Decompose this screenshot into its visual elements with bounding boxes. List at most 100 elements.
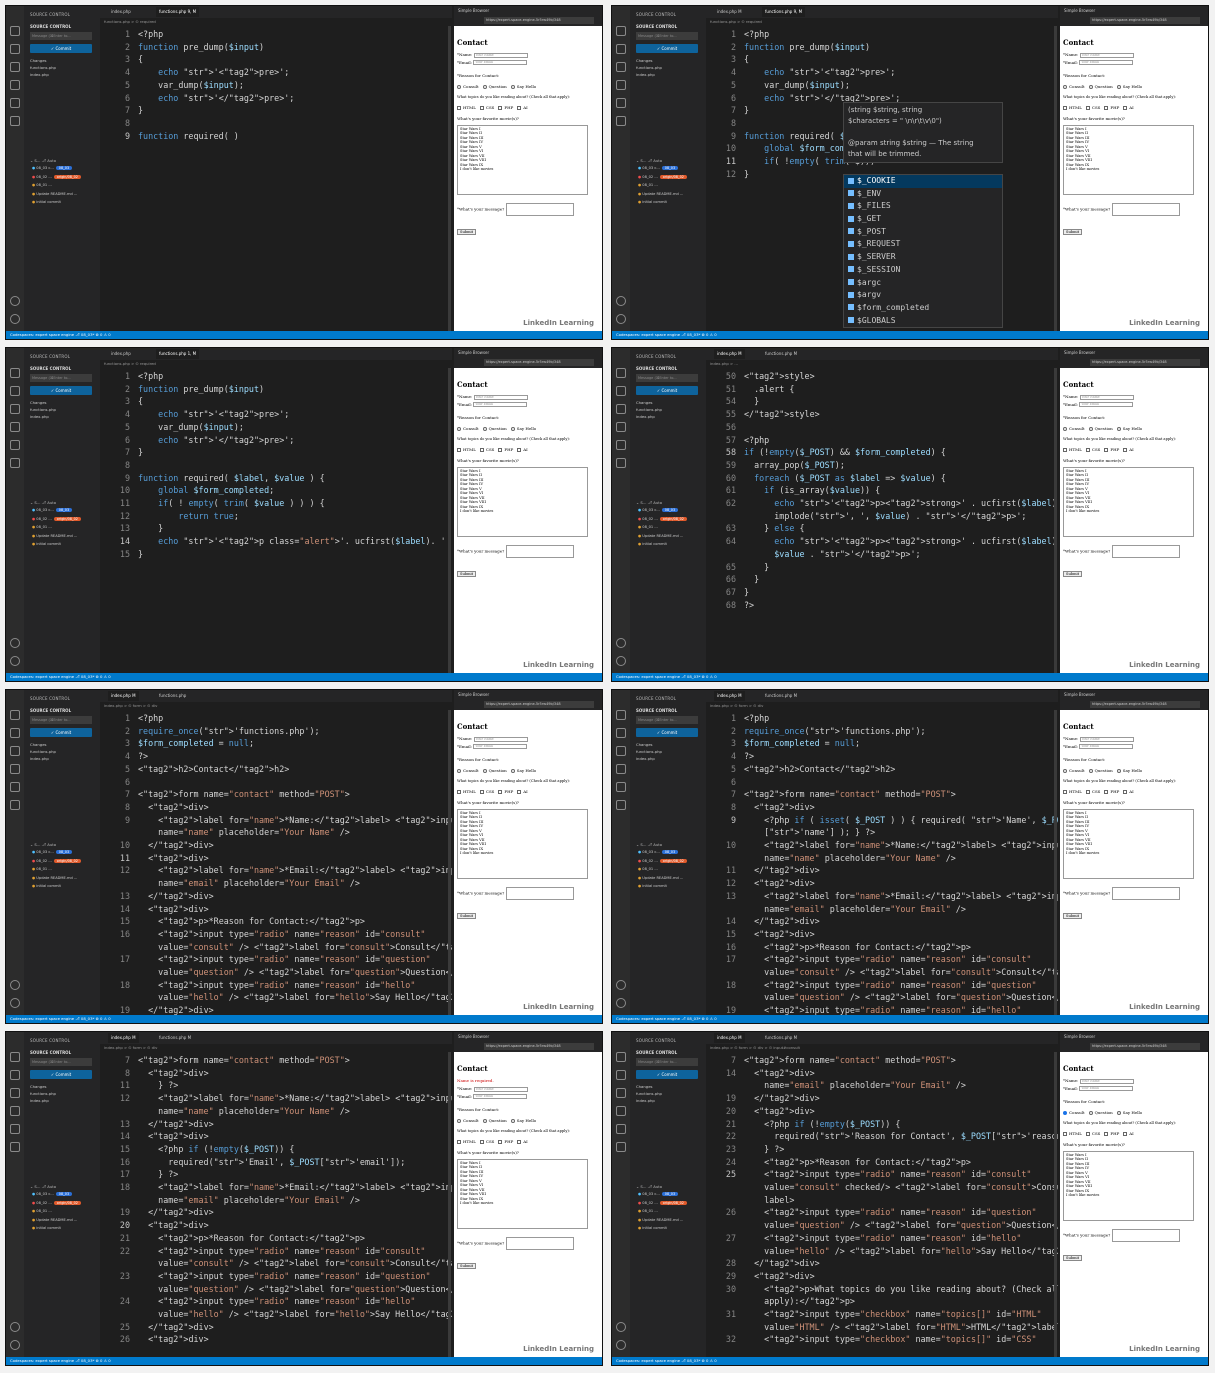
topic-checkbox[interactable] — [457, 790, 461, 794]
commit-row[interactable]: ● Update README.md ... — [32, 192, 77, 196]
commit-row[interactable]: ● Update README.md ... — [638, 1218, 683, 1222]
settings-gear-icon[interactable] — [10, 314, 20, 324]
run-debug-icon[interactable] — [10, 1106, 20, 1116]
suggestion-item[interactable]: $_SERVER — [844, 251, 1002, 264]
settings-gear-icon[interactable] — [616, 1340, 626, 1350]
topic-checkbox[interactable] — [1123, 790, 1128, 794]
explorer-icon[interactable] — [10, 26, 20, 36]
commit-row[interactable]: ● initial commit — [32, 542, 61, 546]
code-editor[interactable]: 7 <"tag2">form name="contact" method="POS… — [100, 1054, 526, 1357]
commit-row[interactable]: ● 08_01 ... — [638, 183, 658, 187]
submit-button[interactable]: Submit — [457, 571, 477, 577]
browser-tab[interactable]: Simple Browser — [458, 692, 489, 697]
commit-row[interactable]: ● 08_02 ... origin/08_02 — [32, 858, 81, 863]
submit-button[interactable]: Submit — [457, 229, 477, 235]
topic-checkbox[interactable] — [479, 448, 484, 452]
commit-button[interactable]: ✓ Commit — [636, 386, 698, 395]
movie-select-list[interactable]: Star Wars I Star Wars II Star Wars III Star… — [1063, 125, 1194, 195]
reason-radio[interactable] — [482, 427, 487, 431]
tab-functions-php[interactable]: functions.php M — [762, 1033, 800, 1043]
code-editor[interactable]: 50 <"tag2">style> 51 .alert {54 } 55 </"tag2… — [706, 370, 1208, 673]
commit-message-input[interactable]: Message (⌘Enter to... — [30, 374, 92, 382]
message-textarea[interactable] — [1111, 545, 1180, 558]
code-editor[interactable]: 7 <"tag2">form name="contact" method="POS… — [706, 1054, 1127, 1357]
commit-row[interactable]: ● 08_01 ... — [32, 525, 52, 529]
reason-radio[interactable] — [510, 1119, 515, 1123]
account-icon[interactable] — [10, 296, 20, 306]
changed-file-index[interactable]: index.php — [30, 1098, 49, 1103]
search-icon[interactable] — [10, 386, 20, 396]
browser-tab[interactable]: Simple Browser — [1064, 8, 1095, 13]
email-input[interactable]: Your Email — [473, 1094, 528, 1099]
commit-message-input[interactable]: Message (⌘Enter to... — [30, 1058, 92, 1066]
topic-checkbox[interactable] — [1123, 1132, 1128, 1136]
suggestion-item[interactable]: $GLOBALS — [844, 315, 1002, 328]
topic-checkbox[interactable] — [1104, 448, 1109, 452]
topic-checkbox[interactable] — [517, 1140, 522, 1144]
movie-option[interactable]: I don't like movies — [1066, 851, 1191, 855]
explorer-icon[interactable] — [616, 710, 626, 720]
movie-option[interactable]: I don't like movies — [1066, 167, 1191, 171]
reason-radio[interactable] — [1116, 769, 1121, 773]
reason-radio[interactable] — [457, 769, 461, 773]
commit-button[interactable]: ✓ Commit — [30, 1070, 92, 1079]
commit-row[interactable]: ● 08_01 ... — [32, 867, 52, 871]
suggestion-item[interactable]: $_GET — [844, 213, 1002, 226]
message-textarea[interactable] — [1111, 1229, 1180, 1242]
changed-file-index[interactable]: index.php — [636, 756, 655, 761]
movie-select-list[interactable]: Star Wars I Star Wars II Star Wars III Star… — [457, 467, 588, 537]
commit-row[interactable]: ● 08_02 ... origin/08_02 — [638, 858, 687, 863]
search-icon[interactable] — [616, 386, 626, 396]
topic-checkbox[interactable] — [1063, 448, 1067, 452]
extensions-icon[interactable] — [616, 1124, 626, 1134]
code-editor[interactable]: 1 <?php 2 require_once("str">'functions.php… — [706, 712, 1132, 1015]
reason-radio[interactable] — [510, 769, 515, 773]
scrollbar[interactable] — [448, 1052, 451, 1357]
commit-button[interactable]: ✓ Commit — [636, 728, 698, 737]
changed-file-functions[interactable]: functions.php — [636, 65, 662, 70]
movie-option[interactable]: I don't like movies — [460, 1201, 585, 1205]
movie-select-list[interactable]: Star Wars I Star Wars II Star Wars III Star… — [1063, 1151, 1194, 1221]
topic-checkbox[interactable] — [517, 790, 522, 794]
topic-checkbox[interactable] — [1063, 790, 1067, 794]
account-icon[interactable] — [10, 1322, 20, 1332]
movie-option[interactable]: I don't like movies — [1066, 509, 1191, 513]
browser-tab[interactable]: Simple Browser — [1064, 692, 1095, 697]
commit-row[interactable]: ● 08_01 ... — [638, 1209, 658, 1213]
name-input[interactable]: Your Name — [473, 394, 528, 400]
source-control-icon[interactable] — [616, 62, 626, 72]
scrollbar[interactable] — [1054, 1052, 1057, 1357]
changed-file-index[interactable]: index.php — [30, 414, 49, 419]
account-icon[interactable] — [10, 638, 20, 648]
email-input[interactable]: Your Email — [1079, 744, 1134, 749]
changes-header[interactable]: Changes — [636, 1084, 653, 1089]
tab-index-php[interactable]: index.php M — [714, 7, 745, 17]
tab-index-php[interactable]: index.php M — [108, 1033, 139, 1043]
search-icon[interactable] — [10, 1070, 20, 1080]
commit-row[interactable]: ● initial commit — [638, 542, 667, 546]
account-icon[interactable] — [616, 980, 626, 990]
source-control-icon[interactable] — [616, 746, 626, 756]
browser-tab[interactable]: Simple Browser — [458, 350, 489, 355]
reason-radio[interactable] — [1063, 427, 1067, 431]
settings-gear-icon[interactable] — [10, 656, 20, 666]
reason-radio[interactable] — [1063, 1111, 1067, 1115]
source-control-icon[interactable] — [10, 62, 20, 72]
commit-row[interactable]: ● 08_01 ... — [638, 867, 658, 871]
address-bar[interactable]: https://expert-space-engine-5r5rw49b/348 — [1090, 1043, 1200, 1050]
commit-message-input[interactable]: Message (⌘Enter to... — [636, 716, 698, 724]
commit-row[interactable]: ● 08_02 ... origin/08_02 — [638, 174, 687, 179]
commit-row[interactable]: ● 08_02 ... origin/08_02 — [32, 174, 81, 179]
message-textarea[interactable] — [1111, 203, 1180, 216]
topic-checkbox[interactable] — [498, 106, 503, 110]
message-textarea[interactable] — [505, 887, 574, 900]
reason-radio[interactable] — [1063, 769, 1067, 773]
commit-row[interactable]: ● 08_03 c... 08_03 — [32, 1192, 73, 1196]
account-icon[interactable] — [616, 638, 626, 648]
tab-index-php[interactable]: index.php — [108, 7, 134, 17]
tab-functions-php[interactable]: functions.php M — [156, 1033, 194, 1043]
topic-checkbox[interactable] — [1104, 1132, 1109, 1136]
code-editor[interactable]: 1 <?php 2 require_once("str">'functions.php… — [100, 712, 526, 1015]
changed-file-index[interactable]: index.php — [636, 72, 655, 77]
suggestion-item[interactable]: $_FILES — [844, 200, 1002, 213]
